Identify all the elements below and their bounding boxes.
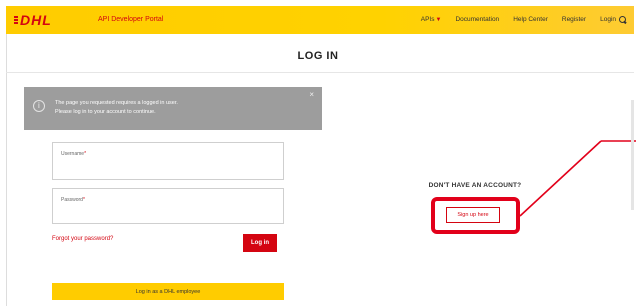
callout-arrow-line [519,140,636,217]
scrollbar[interactable] [631,100,634,210]
callout-line-segment [519,140,602,217]
